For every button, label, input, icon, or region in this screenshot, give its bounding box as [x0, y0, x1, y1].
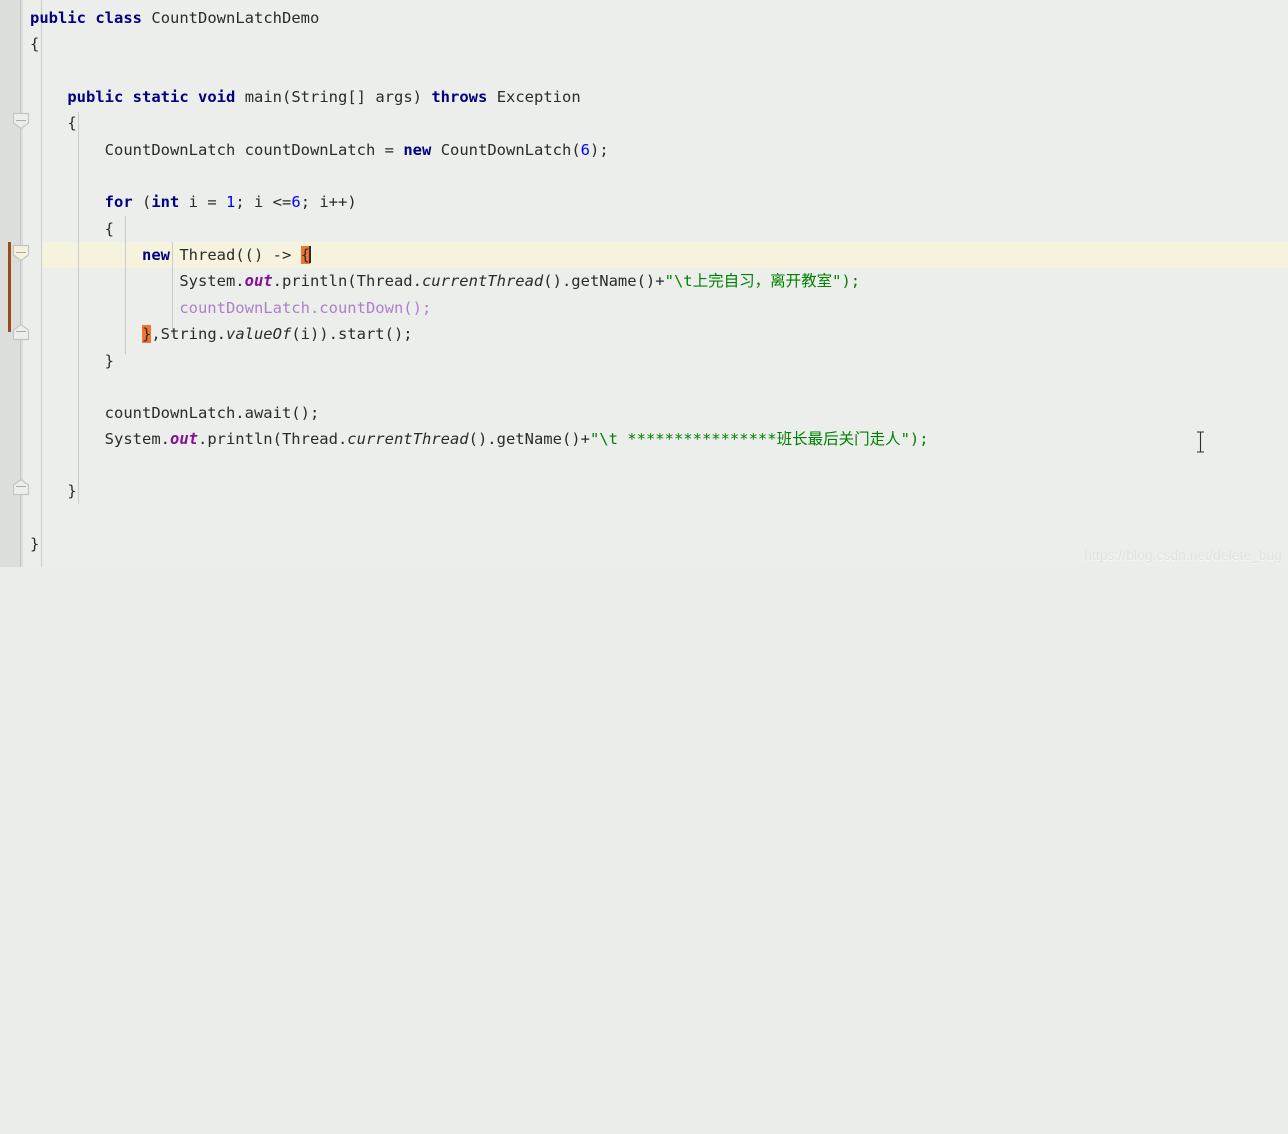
declared-variable: countDownLatch — [244, 141, 376, 159]
string-literal-2-stars: **************** — [617, 430, 777, 448]
lambda-close-args: ,String. — [151, 325, 226, 343]
loop-bound-literal: 6 — [291, 193, 301, 211]
code-line-1[interactable]: public class CountDownLatchDemo — [0, 5, 1288, 31]
get-name-call: ().getName()+ — [468, 430, 590, 448]
constructor-tail: ); — [590, 141, 609, 159]
current-thread-call: currentThread — [347, 430, 469, 448]
println-call: .println(Thread. — [197, 430, 348, 448]
keyword-public: public — [67, 88, 124, 106]
code-line-8[interactable]: for (int i = 1; i <=6; i++) — [0, 189, 1288, 215]
code-line-11[interactable]: System.out.println(Thread.currentThread(… — [0, 268, 1288, 294]
code-line-17[interactable]: System.out.println(Thread.currentThread(… — [0, 426, 1288, 452]
class-name: CountDownLatchDemo — [151, 9, 320, 27]
matched-brace-close: } — [141, 325, 152, 343]
method-close-brace: } — [67, 482, 77, 500]
mouse-ibeam-cursor — [1197, 431, 1204, 453]
string-literal-2-text: 班长最后关门走人"); — [776, 430, 929, 448]
code-line-4[interactable]: public static void main(String[] args) t… — [0, 84, 1288, 110]
watermark: https://blog.csdn.net/delete_bug — [1084, 548, 1282, 563]
keyword-void: void — [198, 88, 236, 106]
class-open-brace: { — [30, 35, 40, 53]
keyword-int: int — [151, 193, 180, 211]
system-prefix: System. — [104, 430, 170, 448]
code-line-6[interactable]: CountDownLatch countDownLatch = new Coun… — [0, 137, 1288, 163]
code-line-10[interactable]: new Thread(() -> { — [0, 242, 1288, 268]
current-thread-call: currentThread — [421, 272, 544, 290]
code-line-14[interactable]: } — [0, 348, 1288, 374]
get-name-call: ().getName()+ — [543, 272, 665, 290]
for-close-brace: } — [104, 352, 114, 370]
code-line-9[interactable]: { — [0, 216, 1288, 242]
code-line-16[interactable]: countDownLatch.await(); — [0, 400, 1288, 426]
for-open-brace: { — [104, 220, 114, 238]
system-prefix: System. — [179, 272, 245, 290]
value-of-tail: (i)).start(); — [291, 325, 413, 343]
code-line-12[interactable]: countDownLatch.countDown(); — [0, 295, 1288, 321]
code-line-13[interactable]: },String.valueOf(i)).start(); — [0, 321, 1288, 347]
static-field-out: out — [244, 272, 273, 290]
keyword-static: static — [132, 88, 189, 106]
loop-init-literal: 1 — [226, 193, 236, 211]
class-close-brace: } — [30, 535, 40, 553]
string-literal-1-text: 上完自习，离开教室"); — [692, 272, 861, 290]
latch-count-literal: 6 — [580, 141, 591, 159]
println-call: .println(Thread. — [272, 272, 422, 290]
constructor-call: CountDownLatch( — [440, 141, 581, 159]
code-content[interactable]: public class CountDownLatchDemo { public… — [0, 0, 1288, 567]
code-editor[interactable]: public class CountDownLatchDemo { public… — [0, 0, 1288, 567]
exception-type: Exception — [496, 88, 581, 106]
latch-await-call: countDownLatch.await(); — [104, 404, 320, 422]
code-line-5[interactable]: { — [0, 110, 1288, 136]
code-line-19[interactable]: } — [0, 478, 1288, 504]
main-signature: main(String[] args) — [244, 88, 422, 106]
keyword-throws: throws — [431, 88, 488, 106]
value-of-call: valueOf — [225, 325, 292, 343]
declared-type: CountDownLatch — [104, 141, 236, 159]
string-literal-1-escape: "\t — [664, 272, 693, 290]
assign-operator: = — [384, 141, 394, 159]
keyword-new: new — [403, 141, 432, 159]
keyword-for: for — [104, 193, 133, 211]
thread-lambda-head: Thread(() -> — [179, 246, 301, 264]
method-open-brace: { — [67, 114, 77, 132]
latch-countdown-call: countDownLatch.countDown(); — [179, 299, 432, 317]
string-literal-2-escape: "\t — [589, 430, 618, 448]
text-caret — [309, 246, 311, 263]
keyword-class: class — [95, 9, 143, 27]
keyword-new: new — [141, 246, 170, 264]
keyword-public: public — [30, 9, 86, 27]
code-line-2[interactable]: { — [0, 31, 1288, 57]
static-field-out: out — [169, 430, 198, 448]
